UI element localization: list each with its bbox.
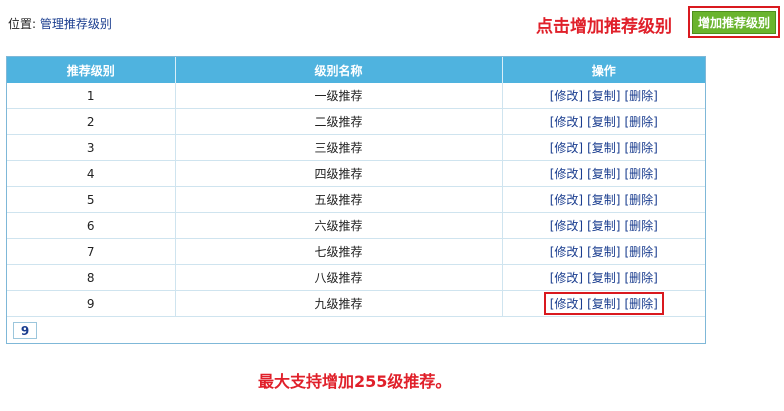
- edit-link[interactable]: [修改]: [550, 167, 583, 181]
- cell-actions: [修改] [复制] [删除]: [502, 108, 705, 135]
- actions-group: [修改] [复制] [删除]: [548, 193, 660, 207]
- cell-level: 4: [7, 160, 176, 187]
- edit-link[interactable]: [修改]: [550, 271, 583, 285]
- breadcrumb-current[interactable]: 管理推荐级别: [40, 17, 112, 31]
- delete-link[interactable]: [删除]: [624, 141, 657, 155]
- copy-link[interactable]: [复制]: [587, 193, 620, 207]
- edit-link[interactable]: [修改]: [550, 141, 583, 155]
- cell-actions: [修改] [复制] [删除]: [502, 186, 705, 213]
- actions-group: [修改] [复制] [删除]: [548, 219, 660, 233]
- edit-link[interactable]: [修改]: [550, 193, 583, 207]
- delete-link[interactable]: [删除]: [624, 219, 657, 233]
- delete-link[interactable]: [删除]: [624, 115, 657, 129]
- copy-link[interactable]: [复制]: [587, 219, 620, 233]
- actions-group: [修改] [复制] [删除]: [548, 167, 660, 181]
- column-header-name: 级别名称: [175, 57, 503, 83]
- copy-link[interactable]: [复制]: [587, 297, 620, 311]
- cell-level: 7: [7, 238, 176, 265]
- cell-name: 一级推荐: [175, 83, 503, 109]
- cell-actions: [修改] [复制] [删除]: [502, 83, 705, 109]
- copy-link[interactable]: [复制]: [587, 271, 620, 285]
- column-header-level: 推荐级别: [7, 57, 176, 83]
- cell-level: 5: [7, 186, 176, 213]
- column-header-actions: 操作: [502, 57, 705, 83]
- actions-group: [修改] [复制] [删除]: [548, 245, 660, 259]
- table-row: 5 五级推荐 [修改] [复制] [删除]: [7, 186, 705, 213]
- delete-link[interactable]: [删除]: [624, 193, 657, 207]
- actions-group: [修改] [复制] [删除]: [548, 141, 660, 155]
- cell-actions: [修改] [复制] [删除]: [502, 134, 705, 161]
- level-table: 推荐级别 级别名称 操作 1 一级推荐 [修改] [复制] [删除] 2 二级推荐 [修改][…: [6, 56, 706, 344]
- add-button-highlight: 增加推荐级别: [688, 6, 780, 38]
- copy-link[interactable]: [复制]: [587, 141, 620, 155]
- cell-actions: [修改] [复制] [删除]: [502, 160, 705, 187]
- edit-link[interactable]: [修改]: [550, 219, 583, 233]
- table-row: 9 九级推荐 [修改] [复制] [删除]: [7, 290, 705, 317]
- delete-link[interactable]: [删除]: [624, 245, 657, 259]
- cell-actions: [修改] [复制] [删除]: [502, 264, 705, 291]
- copy-link[interactable]: [复制]: [587, 89, 620, 103]
- cell-actions: [修改] [复制] [删除]: [502, 212, 705, 239]
- cell-name: 九级推荐: [175, 290, 503, 317]
- actions-group: [修改] [复制] [删除]: [548, 271, 660, 285]
- edit-link[interactable]: [修改]: [550, 297, 583, 311]
- cell-level: 6: [7, 212, 176, 239]
- actions-group: [修改] [复制] [删除]: [548, 115, 660, 129]
- cell-name: 三级推荐: [175, 134, 503, 161]
- copy-link[interactable]: [复制]: [587, 167, 620, 181]
- cell-name: 七级推荐: [175, 238, 503, 265]
- breadcrumb-label: 位置:: [8, 17, 37, 31]
- cell-name: 六级推荐: [175, 212, 503, 239]
- add-hint-annotation: 点击增加推荐级别: [536, 17, 672, 37]
- copy-link[interactable]: [复制]: [587, 115, 620, 129]
- table-row: 3 三级推荐 [修改] [复制] [删除]: [7, 134, 705, 161]
- cell-level: 9: [7, 290, 176, 317]
- cell-name: 二级推荐: [175, 108, 503, 135]
- pagination: 9: [7, 317, 705, 342]
- actions-group: [修改] [复制] [删除]: [548, 89, 660, 103]
- edit-link[interactable]: [修改]: [550, 245, 583, 259]
- delete-link[interactable]: [删除]: [624, 297, 657, 311]
- actions-highlight: [修改] [复制] [删除]: [543, 292, 664, 315]
- cell-name: 八级推荐: [175, 264, 503, 291]
- table-row: 4 四级推荐 [修改] [复制] [删除]: [7, 160, 705, 187]
- copy-link[interactable]: [复制]: [587, 245, 620, 259]
- max-level-note: 最大支持增加255级推荐。: [258, 372, 452, 391]
- edit-link[interactable]: [修改]: [550, 89, 583, 103]
- cell-name: 五级推荐: [175, 186, 503, 213]
- cell-level: 3: [7, 134, 176, 161]
- cell-level: 1: [7, 83, 176, 109]
- cell-actions: [修改] [复制] [删除]: [502, 290, 705, 317]
- table-row: 8 八级推荐 [修改] [复制] [删除]: [7, 264, 705, 291]
- table-row: 6 六级推荐 [修改] [复制] [删除]: [7, 212, 705, 239]
- breadcrumb: 位置: 管理推荐级别: [8, 15, 112, 32]
- page-number-current[interactable]: 9: [13, 322, 37, 339]
- cell-level: 8: [7, 264, 176, 291]
- delete-link[interactable]: [删除]: [624, 167, 657, 181]
- cell-actions: [修改] [复制] [删除]: [502, 238, 705, 265]
- table-header-row: 推荐级别 级别名称 操作: [7, 57, 705, 83]
- delete-link[interactable]: [删除]: [624, 271, 657, 285]
- edit-link[interactable]: [修改]: [550, 115, 583, 129]
- table-row: 7 七级推荐 [修改] [复制] [删除]: [7, 238, 705, 265]
- cell-name: 四级推荐: [175, 160, 503, 187]
- table-row: 2 二级推荐 [修改] [复制] [删除]: [7, 108, 705, 135]
- delete-link[interactable]: [删除]: [624, 89, 657, 103]
- table-row: 1 一级推荐 [修改] [复制] [删除]: [7, 83, 705, 109]
- cell-level: 2: [7, 108, 176, 135]
- add-level-button[interactable]: 增加推荐级别: [692, 10, 776, 34]
